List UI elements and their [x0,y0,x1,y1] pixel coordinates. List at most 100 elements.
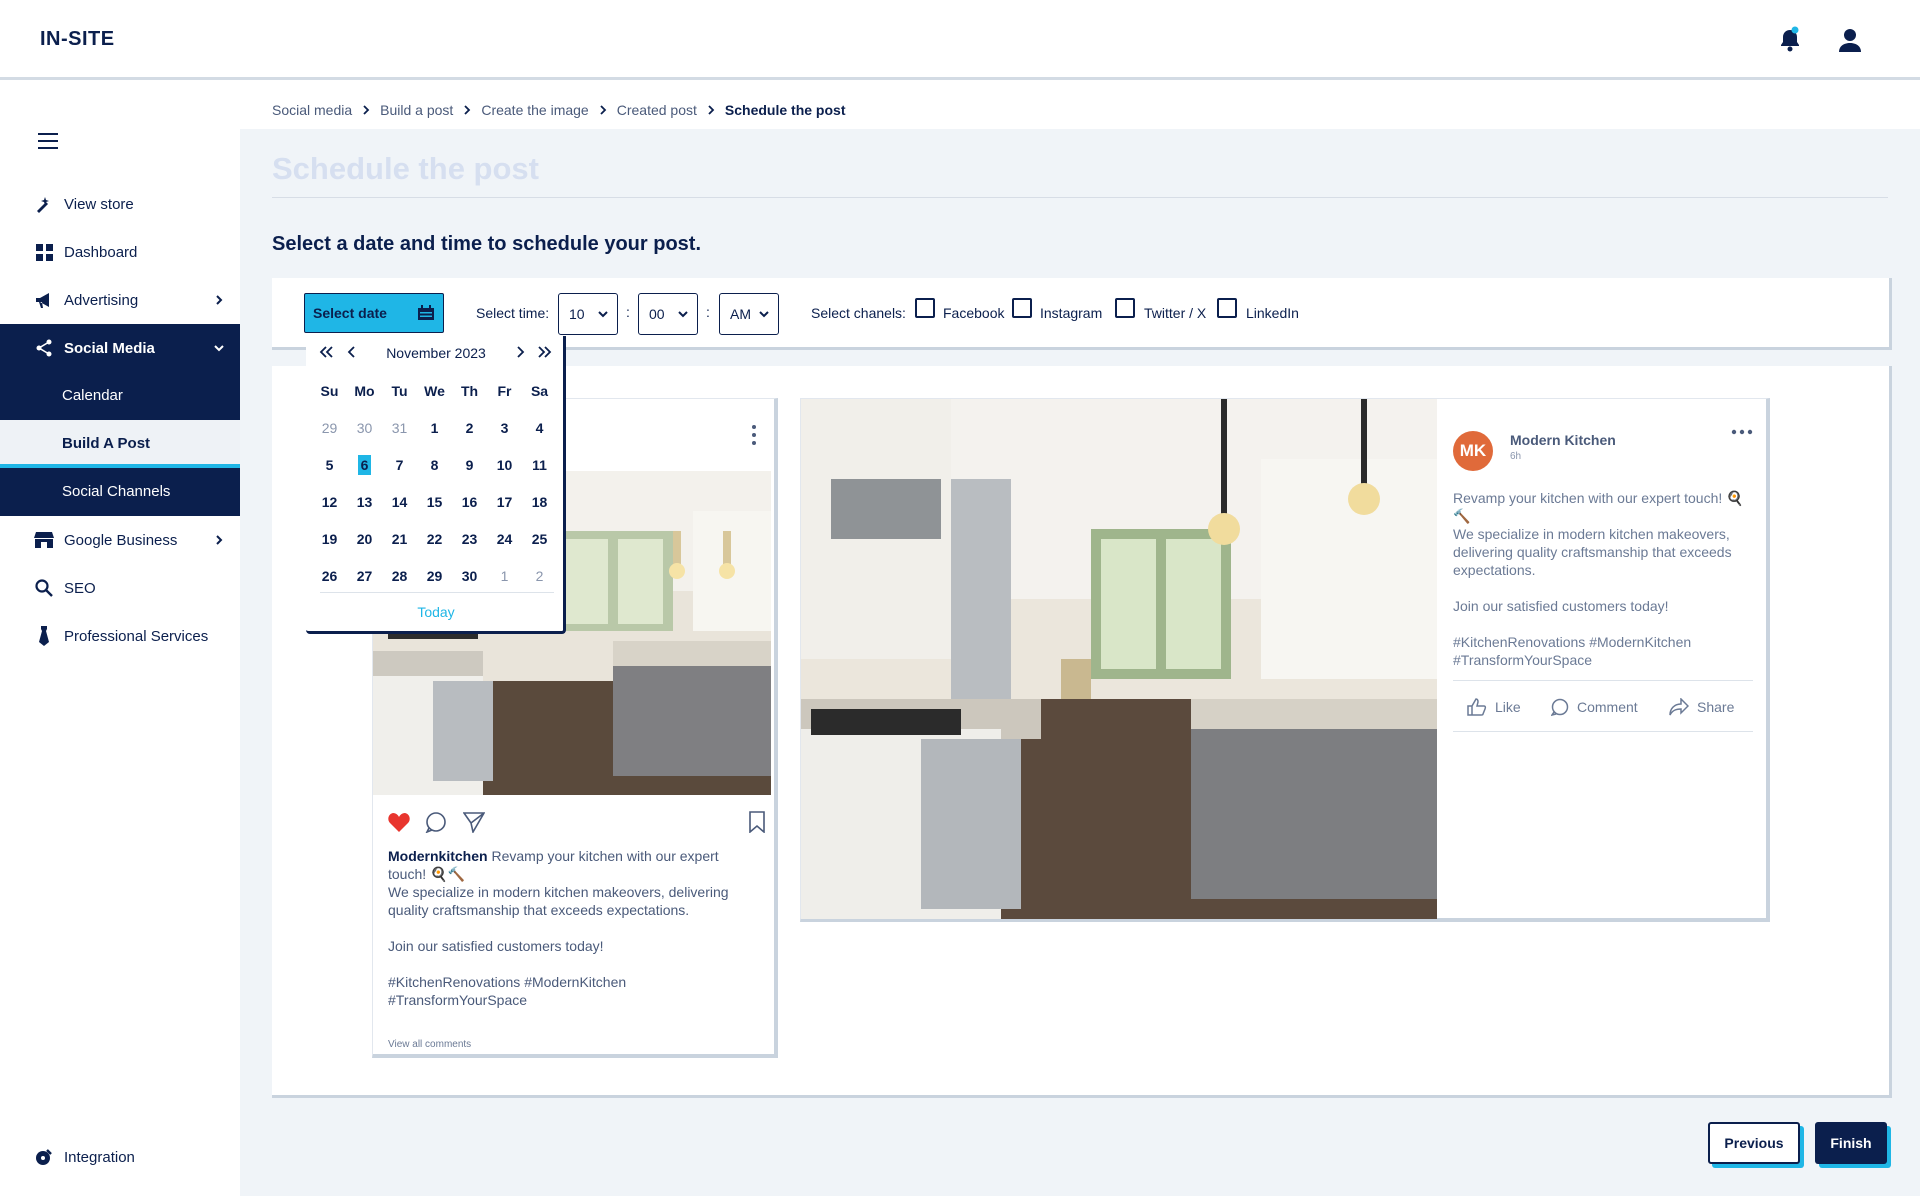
calendar-day[interactable]: 30 [347,420,382,436]
calendar-week: 19 20 21 22 23 24 25 [312,520,557,557]
comment-button[interactable]: Comment [1551,698,1638,716]
calendar-day[interactable]: 16 [452,494,487,510]
ampm-select[interactable]: AM [719,293,779,335]
sidebar-subitem-social-channels[interactable]: Social Channels [0,468,240,516]
calendar-day[interactable]: 17 [487,494,522,510]
calendar-day[interactable]: 2 [522,568,557,584]
send-icon[interactable] [463,811,485,833]
sidebar: View store Dashboard Advertising Social … [0,83,240,1196]
calendar-day[interactable]: 29 [417,568,452,584]
double-chevron-right-icon[interactable] [534,344,554,360]
breadcrumb-current: Schedule the post [724,102,846,118]
facebook-checkbox[interactable] [915,298,935,318]
sidebar-subitem-label: Build A Post [62,435,151,452]
page-name[interactable]: Modern Kitchen [1510,432,1616,448]
bookmark-icon[interactable] [749,811,765,833]
bell-icon[interactable] [1776,26,1804,54]
sidebar-subitem-calendar[interactable]: Calendar [0,372,240,420]
calendar-week: 5 6 7 8 9 10 11 [312,446,557,483]
view-comments-link[interactable]: View all comments [388,1039,471,1050]
calendar-day[interactable]: 1 [487,568,522,584]
share-icon [34,338,54,358]
time-colon: : [626,304,630,320]
calendar-day[interactable]: 2 [452,420,487,436]
app-logo[interactable]: IN-SITE [40,28,115,51]
instagram-username[interactable]: Modernkitchen [388,848,488,864]
sidebar-item-advertising[interactable]: Advertising [0,276,240,324]
calendar-day[interactable]: 24 [487,531,522,547]
breadcrumb-item[interactable]: Create the image [481,102,588,118]
calendar-day[interactable]: 18 [522,494,557,510]
calendar-day[interactable]: 4 [522,420,557,436]
calendar-day[interactable]: 10 [487,457,522,473]
calendar-day[interactable]: 26 [312,568,347,584]
calendar-day[interactable]: 1 [417,420,452,436]
finish-button[interactable]: Finish [1815,1122,1887,1164]
instagram-actions [387,811,767,835]
calendar-day[interactable]: 9 [452,457,487,473]
divider [272,197,1888,198]
calendar-day[interactable]: 3 [487,420,522,436]
calendar-day[interactable]: 14 [382,494,417,510]
calendar-day[interactable]: 27 [347,568,382,584]
today-button[interactable]: Today [306,604,566,620]
instagram-checkbox[interactable] [1012,298,1032,318]
more-vertical-icon[interactable] [752,425,756,445]
breadcrumb-item[interactable]: Created post [617,102,697,118]
sidebar-item-label: Professional Services [64,627,209,645]
calendar-day[interactable]: 15 [417,494,452,510]
share-button[interactable]: Share [1669,698,1734,716]
sidebar-item-seo[interactable]: SEO [0,564,240,612]
chevron-right-icon[interactable] [510,344,530,360]
select-date-button[interactable]: Select date [304,293,444,333]
calendar-day[interactable]: 22 [417,531,452,547]
chevron-right-icon [600,105,607,115]
twitter-checkbox[interactable] [1115,298,1135,318]
menu-icon[interactable] [38,133,58,149]
weekday-label: Th [460,382,479,399]
linkedin-checkbox[interactable] [1217,298,1237,318]
sidebar-subitem-build-a-post[interactable]: Build A Post [0,420,240,468]
twitter-label: Twitter / X [1144,305,1207,321]
comment-icon[interactable] [425,811,447,833]
facebook-actions: Like Comment Share [1453,680,1753,732]
heart-icon[interactable] [387,811,411,833]
calendar-day[interactable]: 20 [347,531,382,547]
hour-select[interactable]: 10 [558,293,618,335]
sidebar-item-dashboard[interactable]: Dashboard [0,228,240,276]
calendar-day[interactable]: 23 [452,531,487,547]
calendar-day[interactable]: 11 [522,457,557,473]
calendar-week: 12 13 14 15 16 17 18 [312,483,557,520]
breadcrumb-item[interactable]: Build a post [380,102,453,118]
comment-label: Comment [1577,699,1638,715]
previous-button[interactable]: Previous [1708,1122,1800,1164]
user-icon[interactable] [1836,26,1864,54]
grid-icon [34,242,54,262]
sidebar-item-view-store[interactable]: View store [0,180,240,228]
minute-select[interactable]: 00 [638,293,698,335]
calendar-day[interactable]: 21 [382,531,417,547]
calendar-day[interactable]: 25 [522,531,557,547]
calendar-day[interactable]: 7 [382,457,417,473]
sidebar-item-professional-services[interactable]: Professional Services [0,612,240,660]
calendar-day[interactable]: 28 [382,568,417,584]
more-horizontal-icon[interactable] [1731,429,1753,435]
chevron-right-icon [216,535,223,545]
calendar-day[interactable]: 13 [347,494,382,510]
sidebar-item-social-media[interactable]: Social Media [0,324,240,372]
calendar-day[interactable]: 31 [382,420,417,436]
calendar-day[interactable]: 19 [312,531,347,547]
post-text-join: Join our satisfied customers today! [1453,598,1669,614]
calendar-day[interactable]: 29 [312,420,347,436]
calendar-day[interactable]: 8 [417,457,452,473]
like-button[interactable]: Like [1467,698,1521,716]
avatar[interactable]: MK [1453,431,1493,471]
calendar-day[interactable]: 30 [452,568,487,584]
like-label: Like [1495,699,1521,715]
calendar-day[interactable]: 5 [312,457,347,473]
calendar-day-selected[interactable]: 6 [347,454,382,475]
sidebar-item-google-business[interactable]: Google Business [0,516,240,564]
breadcrumb-item[interactable]: Social media [272,102,352,118]
calendar-day[interactable]: 12 [312,494,347,510]
sidebar-item-integration[interactable]: Integration [0,1133,240,1181]
